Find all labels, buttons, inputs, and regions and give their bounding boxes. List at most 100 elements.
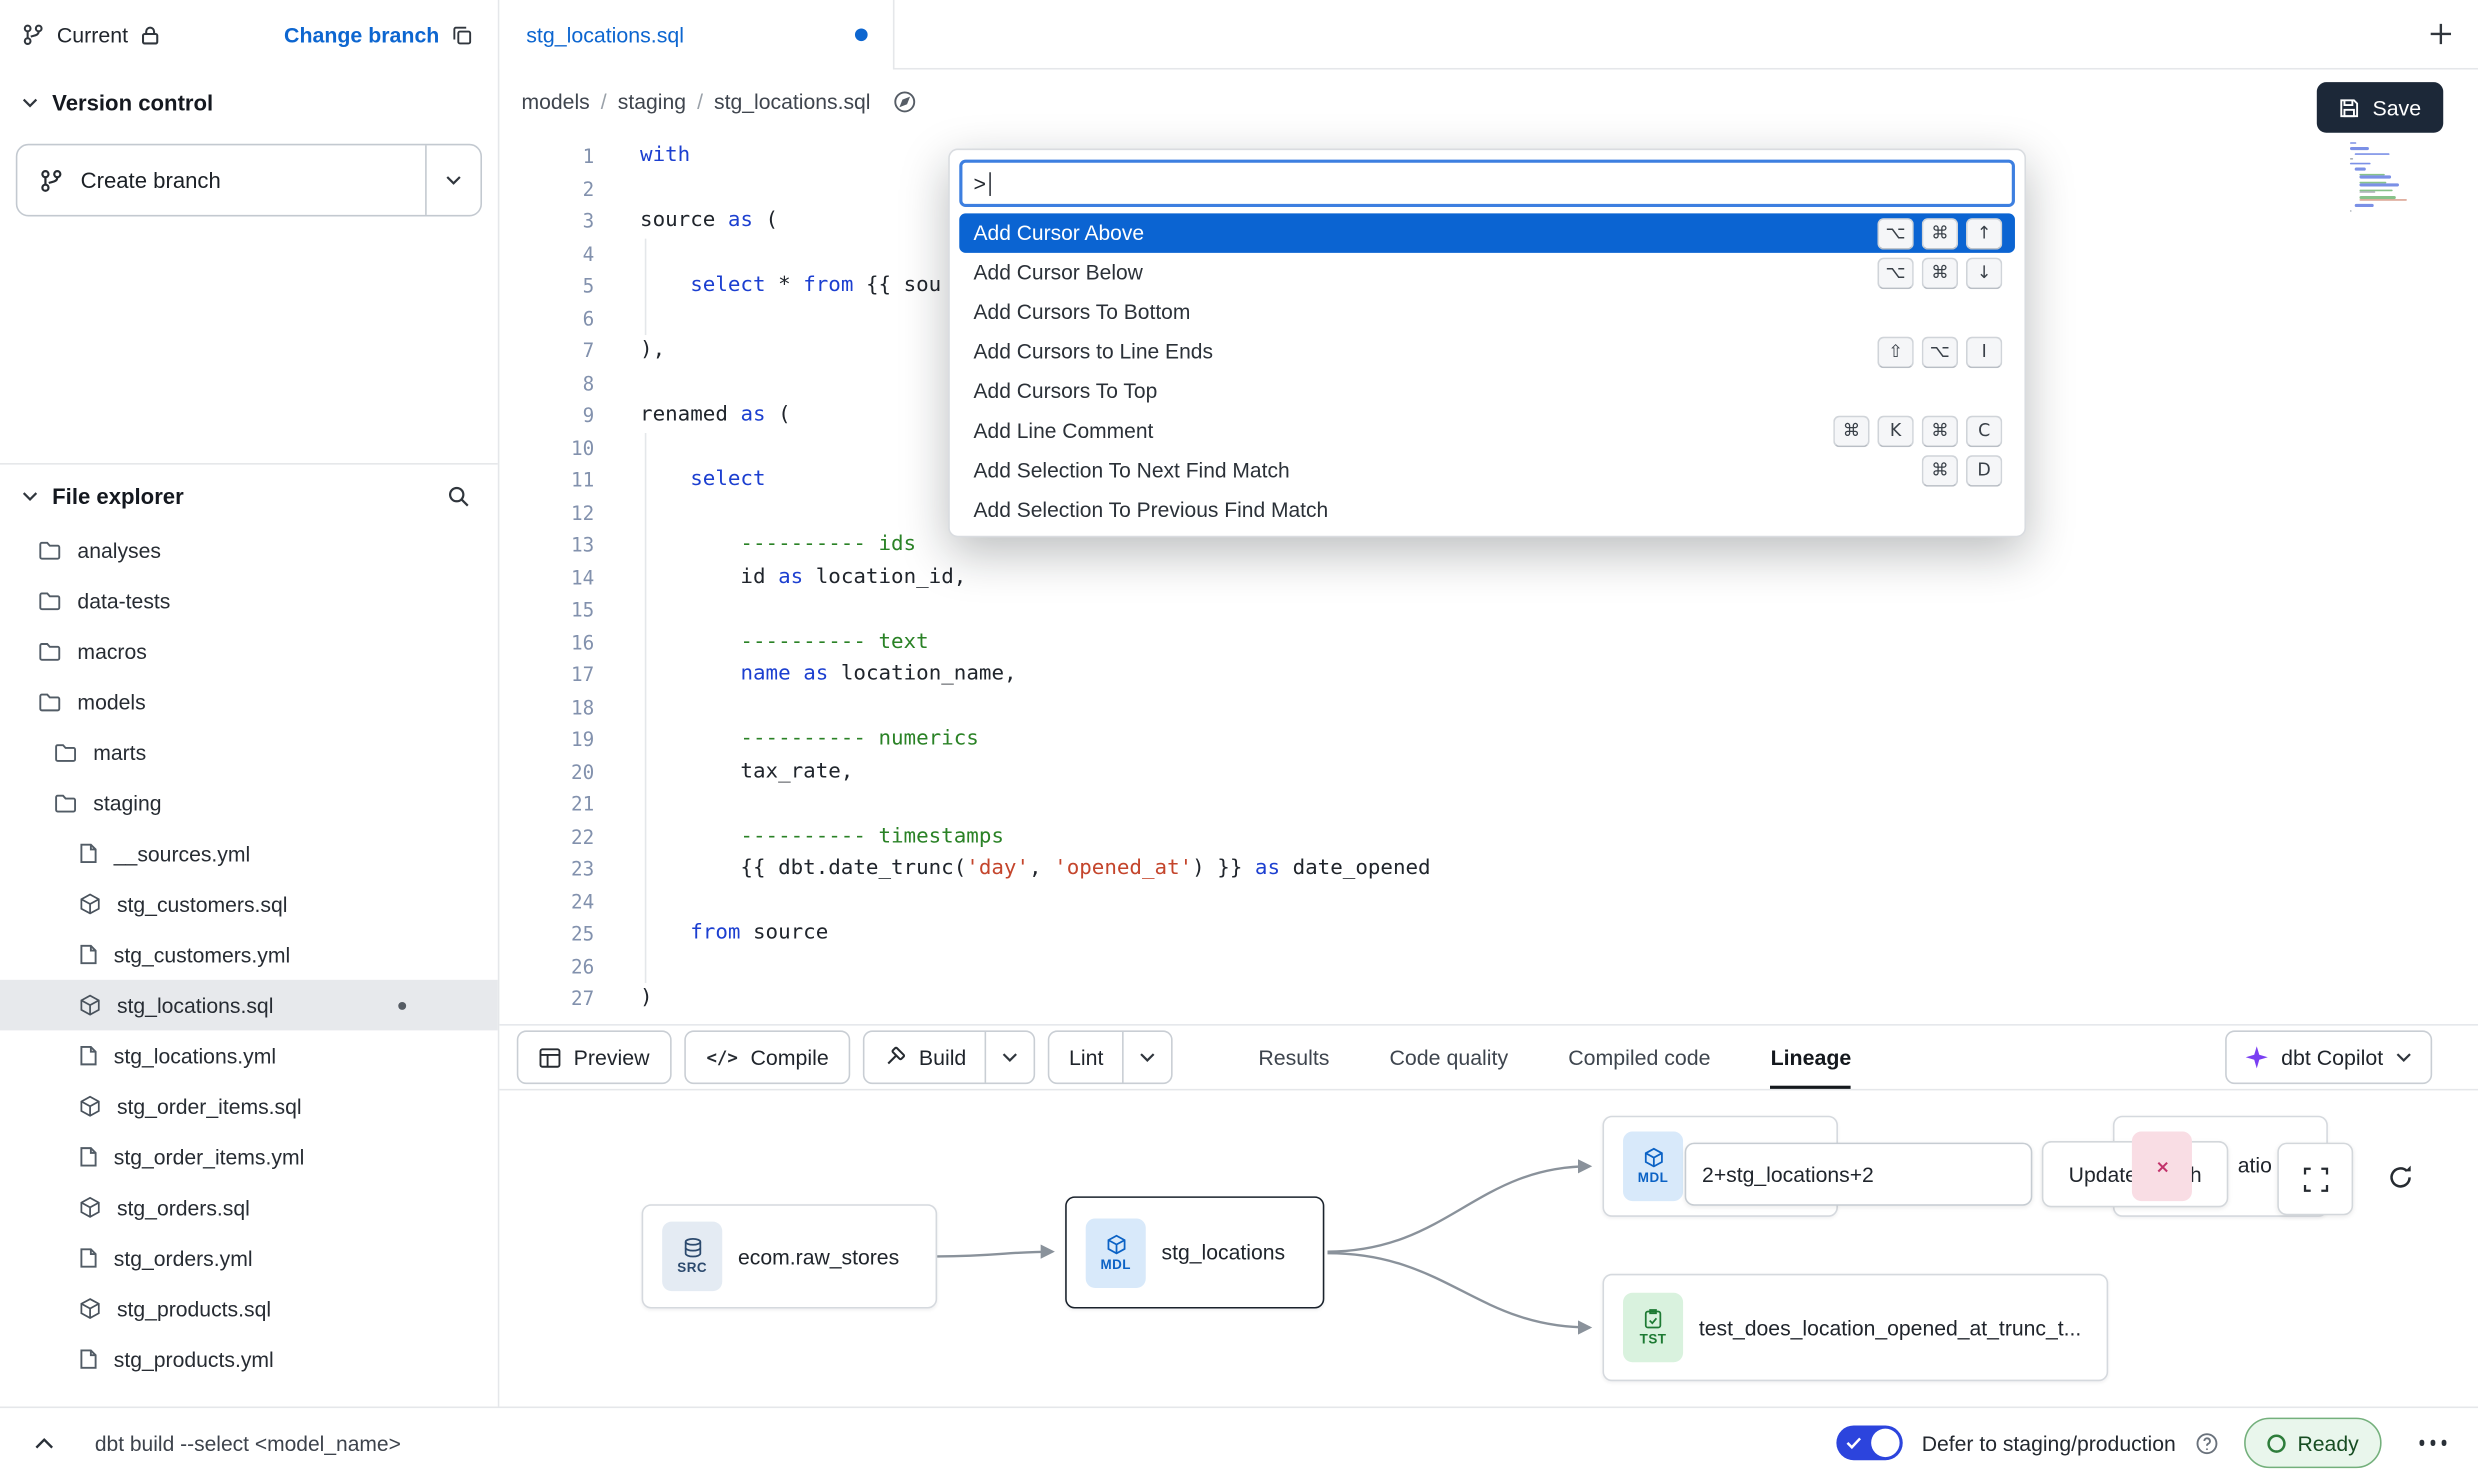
- code-line-14[interactable]: 14 id as location_id,: [499, 562, 2478, 594]
- defer-toggle[interactable]: [1836, 1425, 1902, 1460]
- text-caret: [989, 171, 991, 195]
- help-icon[interactable]: [2195, 1431, 2219, 1455]
- folder-icon: [38, 691, 62, 712]
- toggle-knob: [1871, 1429, 1899, 1457]
- lineage-selector-input[interactable]: [1685, 1143, 2033, 1206]
- palette-item-add-selection-to-previous-find-match[interactable]: Add Selection To Previous Find Match: [959, 490, 2015, 530]
- minimap[interactable]: [2350, 142, 2407, 215]
- shortcut-key: ⌘: [1922, 454, 1958, 486]
- code-line-25[interactable]: 25 from source: [499, 918, 2478, 950]
- file-icon: [79, 1045, 98, 1067]
- code-line-17[interactable]: 17 name as location_name,: [499, 659, 2478, 691]
- file-item-marts[interactable]: marts: [0, 727, 498, 778]
- create-branch-dropdown[interactable]: [425, 145, 480, 215]
- code-line-24[interactable]: 24: [499, 886, 2478, 918]
- palette-item-add-cursor-above[interactable]: Add Cursor Above⌥⌘↑: [959, 213, 2015, 253]
- palette-item-add-cursors-to-bottom[interactable]: Add Cursors To Bottom: [959, 292, 2015, 332]
- breadcrumb-staging[interactable]: staging: [618, 90, 686, 114]
- version-control-header[interactable]: Version control: [0, 70, 498, 132]
- copy-icon[interactable]: [452, 24, 473, 45]
- compile-button[interactable]: </> Compile: [684, 1030, 851, 1084]
- shortcut-key: ⌘: [1922, 217, 1958, 249]
- palette-item-add-cursors-to-line-ends[interactable]: Add Cursors to Line Ends⇧⌥I: [959, 332, 2015, 372]
- search-icon[interactable]: [447, 485, 469, 507]
- change-branch-link[interactable]: Change branch: [284, 23, 439, 47]
- code-line-23[interactable]: 23 {{ dbt.date_trunc('day', 'opened_at')…: [499, 853, 2478, 885]
- code-line-22[interactable]: 22 ---------- timestamps: [499, 821, 2478, 853]
- code-line-15[interactable]: 15: [499, 594, 2478, 626]
- file-item-macros[interactable]: macros: [0, 626, 498, 677]
- new-tab-button[interactable]: [2429, 22, 2453, 46]
- lint-button[interactable]: Lint: [1048, 1030, 1173, 1084]
- save-button[interactable]: Save: [2317, 82, 2443, 133]
- file-item-analyses[interactable]: analyses: [0, 525, 498, 576]
- palette-item-add-line-comment[interactable]: Add Line Comment⌘K⌘C: [959, 411, 2015, 451]
- file-item-stg_locations.sql[interactable]: stg_locations.sql: [0, 980, 498, 1031]
- code-line-19[interactable]: 19 ---------- numerics: [499, 724, 2478, 756]
- file-item-stg_locations.yml[interactable]: stg_locations.yml: [0, 1030, 498, 1081]
- fullscreen-button[interactable]: [2277, 1143, 2353, 1216]
- file-item-data-tests[interactable]: data-tests: [0, 575, 498, 626]
- file-item-models[interactable]: models: [0, 676, 498, 727]
- build-command[interactable]: dbt build --select <model_name>: [95, 1431, 401, 1455]
- file-item-label: stg_locations.yml: [114, 1044, 276, 1068]
- view-tab-lineage[interactable]: Lineage: [1771, 1026, 1852, 1089]
- build-button[interactable]: Build: [864, 1030, 1036, 1084]
- file-item-stg_order_items.yml[interactable]: stg_order_items.yml: [0, 1132, 498, 1183]
- lineage-canvas[interactable]: SRC ecom.raw_stores MDL stg_locations MD…: [499, 1090, 2478, 1406]
- file-icon: [79, 842, 98, 864]
- chevron-up-icon[interactable]: [35, 1437, 54, 1448]
- create-branch-button[interactable]: Create branch: [16, 144, 482, 217]
- file-item-label: stg_order_items.sql: [117, 1094, 302, 1118]
- palette-item-add-selection-to-next-find-match[interactable]: Add Selection To Next Find Match⌘D: [959, 450, 2015, 490]
- model-badge: MDL: [1086, 1218, 1146, 1288]
- file-item-stg_orders.sql[interactable]: stg_orders.sql: [0, 1182, 498, 1233]
- view-tab-results[interactable]: Results: [1258, 1026, 1329, 1089]
- unsaved-dot: [398, 1002, 406, 1010]
- preview-button[interactable]: Preview: [517, 1030, 672, 1084]
- file-item-stg_products.sql[interactable]: stg_products.sql: [0, 1283, 498, 1334]
- tab-stg-locations-sql[interactable]: stg_locations.sql: [499, 0, 894, 70]
- file-explorer-header[interactable]: File explorer: [0, 465, 498, 519]
- file-item-stg_products.yml[interactable]: stg_products.yml: [0, 1334, 498, 1385]
- lint-dropdown[interactable]: [1122, 1032, 1171, 1083]
- command-palette-input[interactable]: >: [959, 160, 2015, 207]
- breadcrumb-models[interactable]: models: [522, 90, 590, 114]
- file-item-label: staging: [93, 791, 161, 815]
- code-line-21[interactable]: 21: [499, 789, 2478, 821]
- code-line-16[interactable]: 16 ---------- text: [499, 627, 2478, 659]
- file-item-stg_customers.yml[interactable]: stg_customers.yml: [0, 929, 498, 980]
- lineage-node-test[interactable]: TST test_does_location_opened_at_trunc_t…: [1602, 1274, 2108, 1381]
- build-dropdown[interactable]: [985, 1032, 1034, 1083]
- file-icon: [79, 1348, 98, 1370]
- breadcrumb-file[interactable]: stg_locations.sql: [714, 90, 870, 114]
- code-icon: </>: [706, 1047, 737, 1068]
- code-line-18[interactable]: 18: [499, 691, 2478, 723]
- file-item-staging[interactable]: staging: [0, 778, 498, 829]
- ready-status-badge[interactable]: Ready: [2244, 1418, 2381, 1469]
- dbt-copilot-button[interactable]: dbt Copilot: [2226, 1030, 2432, 1084]
- file-item-__sources.yml[interactable]: __sources.yml: [0, 828, 498, 879]
- view-tab-compiled-code[interactable]: Compiled code: [1568, 1026, 1710, 1089]
- palette-item-add-cursor-below[interactable]: Add Cursor Below⌥⌘↓: [959, 253, 2015, 293]
- compass-icon[interactable]: [893, 90, 917, 114]
- node-label: test_does_location_opened_at_trunc_t...: [1699, 1316, 2081, 1340]
- lineage-node-ecom-raw-stores[interactable]: SRC ecom.raw_stores: [642, 1204, 938, 1308]
- code-line-27[interactable]: 27): [499, 983, 2478, 1015]
- model-cube-icon: [79, 1196, 101, 1218]
- file-item-label: stg_orders.yml: [114, 1246, 253, 1270]
- chevron-down-icon: [2396, 1053, 2412, 1062]
- code-line-20[interactable]: 20 tax_rate,: [499, 756, 2478, 788]
- view-tab-code-quality[interactable]: Code quality: [1390, 1026, 1509, 1089]
- lineage-node-stg-locations[interactable]: MDL stg_locations: [1065, 1196, 1324, 1308]
- shortcut-key: ⌥: [1922, 336, 1958, 368]
- refresh-button[interactable]: [2364, 1143, 2437, 1213]
- code-line-26[interactable]: 26: [499, 951, 2478, 983]
- folder-icon: [54, 793, 78, 814]
- file-item-stg_customers.sql[interactable]: stg_customers.sql: [0, 879, 498, 930]
- file-item-stg_order_items.sql[interactable]: stg_order_items.sql: [0, 1081, 498, 1132]
- file-item-stg_orders.yml[interactable]: stg_orders.yml: [0, 1233, 498, 1284]
- current-branch-label: Current: [57, 23, 128, 47]
- palette-item-add-cursors-to-top[interactable]: Add Cursors To Top: [959, 371, 2015, 411]
- overflow-menu-button[interactable]: [2412, 1431, 2452, 1455]
